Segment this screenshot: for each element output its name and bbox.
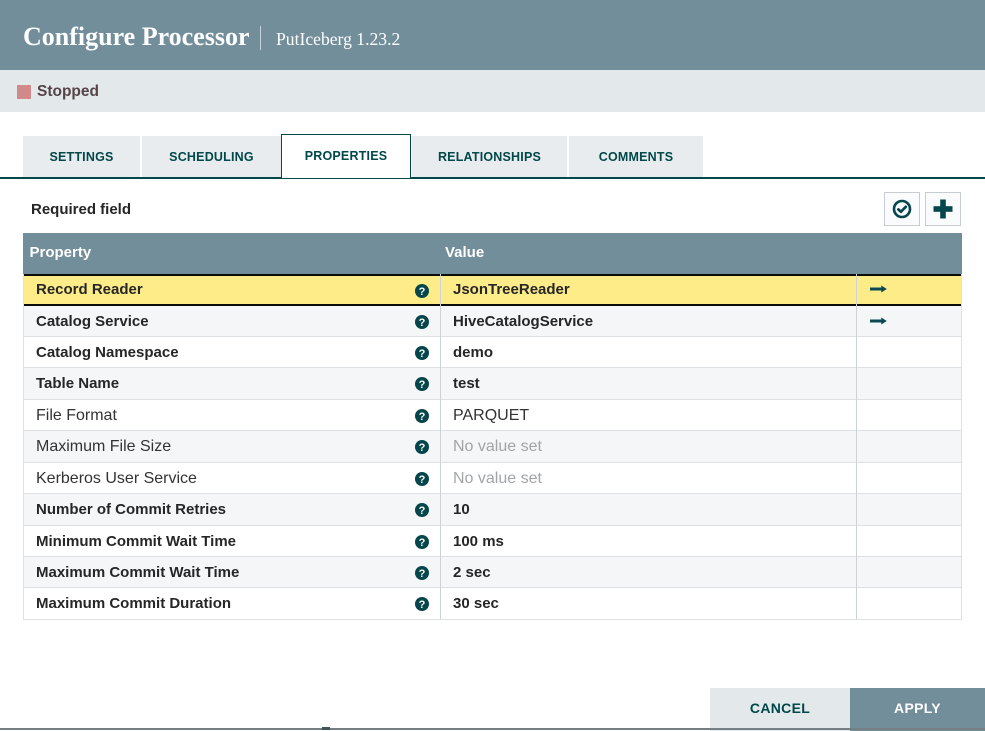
svg-text:?: ? (419, 599, 426, 611)
svg-text:?: ? (419, 317, 426, 329)
svg-text:?: ? (419, 442, 426, 454)
svg-text:?: ? (419, 379, 426, 391)
svg-text:?: ? (419, 411, 426, 423)
svg-text:?: ? (419, 537, 426, 549)
svg-text:?: ? (419, 286, 426, 298)
svg-text:?: ? (419, 568, 426, 580)
svg-text:?: ? (419, 348, 426, 360)
svg-text:?: ? (419, 474, 426, 486)
svg-text:?: ? (419, 505, 426, 517)
